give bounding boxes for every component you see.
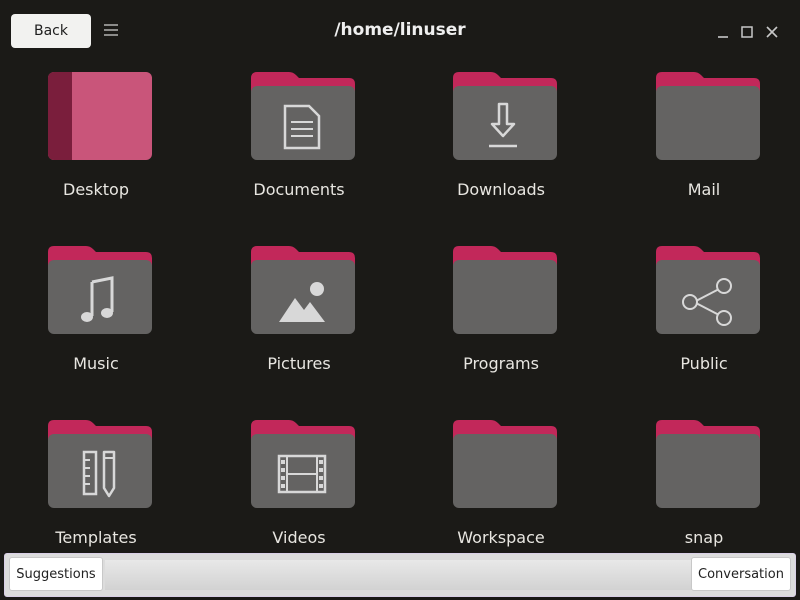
maximize-icon[interactable] [739,24,755,40]
folder-label: Public [680,354,728,373]
document-icon [251,72,355,160]
download-icon [453,72,557,160]
suggestions-button[interactable]: Suggestions [9,557,103,591]
folder-item-pictures[interactable]: Pictures [219,244,379,404]
folder-label: Desktop [63,180,129,199]
window-title: /home/linuser [334,20,466,40]
close-icon[interactable] [764,24,780,40]
suggestion-bar: Suggestions Conversation [4,553,796,597]
share-icon [656,246,760,334]
folder-item-music[interactable]: Music [16,244,176,404]
folder-item-mail[interactable]: Mail [624,70,784,230]
folder-item-documents[interactable]: Documents [219,70,379,230]
folder-item-programs[interactable]: Programs [421,244,581,404]
folder-icon [453,246,557,334]
folder-label: Downloads [457,180,545,199]
folder-label: Documents [253,180,345,199]
conversation-button[interactable]: Conversation [691,557,791,591]
folder-label: Mail [687,180,721,199]
film-icon [251,420,355,508]
folder-label: Pictures [267,354,331,373]
folder-label: Templates [55,528,137,547]
desktop-folder-icon [48,72,152,160]
music-note-icon [48,246,152,334]
file-manager-window: Back /home/linuser Desktop Documents Dow… [0,0,800,600]
suggestion-bar-track [105,560,695,590]
picture-icon [251,246,355,334]
minimize-icon[interactable] [715,24,731,40]
folder-label: Videos [272,528,326,547]
folder-label: Programs [463,354,539,373]
folder-grid: Desktop Documents Downloads Mail Music P… [0,62,800,552]
folder-icon [453,420,557,508]
folder-icon [656,72,760,160]
folder-label: Music [73,354,119,373]
titlebar: Back /home/linuser [0,0,800,62]
folder-label: Workspace [457,528,545,547]
folder-item-desktop[interactable]: Desktop [16,70,176,230]
folder-label: snap [684,528,724,547]
ruler-pencil-icon [48,420,152,508]
folder-item-public[interactable]: Public [624,244,784,404]
folder-icon [656,420,760,508]
folder-item-downloads[interactable]: Downloads [421,70,581,230]
